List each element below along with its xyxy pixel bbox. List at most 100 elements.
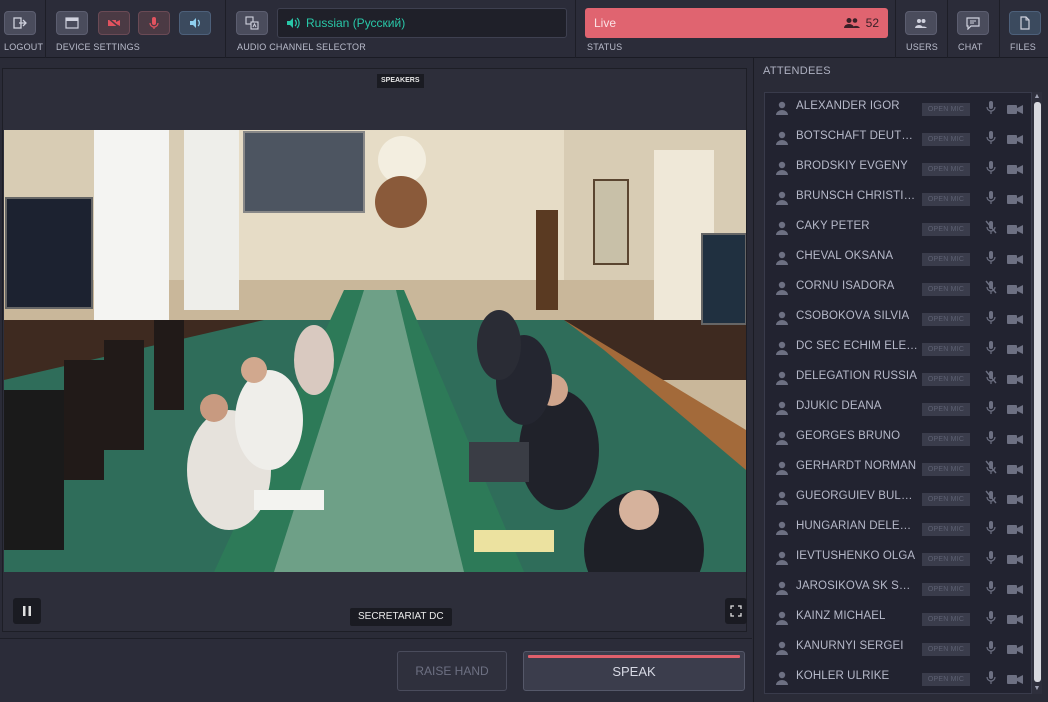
chat-button[interactable] <box>957 11 989 35</box>
microphone-icon[interactable] <box>985 130 997 145</box>
attendee-row[interactable]: HUNGARIAN DELEGATION OPEN MIC <box>765 513 1031 543</box>
microphone-muted-icon[interactable] <box>985 460 997 475</box>
camera-icon[interactable] <box>1007 672 1023 684</box>
open-mic-button[interactable]: OPEN MIC <box>922 163 970 176</box>
open-mic-button[interactable]: OPEN MIC <box>922 193 970 206</box>
open-mic-button[interactable]: OPEN MIC <box>922 493 970 506</box>
files-button[interactable] <box>1009 11 1041 35</box>
logout-button[interactable] <box>4 11 36 35</box>
camera-icon[interactable] <box>1007 222 1023 234</box>
microphone-icon[interactable] <box>985 310 997 325</box>
camera-icon[interactable] <box>1007 252 1023 264</box>
microphone-icon[interactable] <box>985 550 997 565</box>
microphone-toggle-button[interactable] <box>138 11 170 35</box>
microphone-icon[interactable] <box>985 430 997 445</box>
attendee-row[interactable]: GEORGES BRUNO OPEN MIC <box>765 423 1031 453</box>
microphone-muted-icon[interactable] <box>985 370 997 385</box>
microphone-icon[interactable] <box>985 520 997 535</box>
microphone-icon[interactable] <box>985 100 997 115</box>
camera-icon[interactable] <box>1007 312 1023 324</box>
microphone-icon[interactable] <box>985 580 997 595</box>
attendee-row[interactable]: BRODSKIY EVGENY OPEN MIC <box>765 153 1031 183</box>
open-mic-button[interactable]: OPEN MIC <box>922 583 970 596</box>
open-mic-button[interactable]: OPEN MIC <box>922 283 970 296</box>
fullscreen-button[interactable] <box>725 598 747 624</box>
raise-hand-button[interactable]: RAISE HAND <box>397 651 507 691</box>
camera-icon[interactable] <box>1007 192 1023 204</box>
users-button[interactable] <box>905 11 937 35</box>
camera-icon[interactable] <box>1007 402 1023 414</box>
person-icon <box>776 191 788 205</box>
audio-channel-select[interactable]: Russian (Русский) <box>277 8 567 38</box>
camera-icon[interactable] <box>1007 552 1023 564</box>
camera-icon[interactable] <box>1007 522 1023 534</box>
speak-button[interactable]: SPEAK <box>523 651 745 691</box>
attendee-row[interactable]: BRUNSCH CHRISTIAN OPEN MIC <box>765 183 1031 213</box>
speaker-volume-button[interactable] <box>179 11 211 35</box>
scroll-down-arrow[interactable]: ▼ <box>1032 684 1042 694</box>
camera-icon[interactable] <box>1007 162 1023 174</box>
attendee-row[interactable]: KÖHLER ULRIKE OPEN MIC <box>765 663 1031 693</box>
microphone-icon[interactable] <box>985 250 997 265</box>
open-mic-button[interactable]: OPEN MIC <box>922 373 970 386</box>
attendee-row[interactable]: JAROSIKOVA SK SOURCE OPEN MIC <box>765 573 1031 603</box>
microphone-icon[interactable] <box>985 670 997 685</box>
camera-icon[interactable] <box>1007 582 1023 594</box>
microphone-icon[interactable] <box>985 160 997 175</box>
open-mic-button[interactable]: OPEN MIC <box>922 343 970 356</box>
open-mic-button[interactable]: OPEN MIC <box>922 463 970 476</box>
open-mic-button[interactable]: OPEN MIC <box>922 523 970 536</box>
attendee-row[interactable]: CHEVAL OKSANA OPEN MIC <box>765 243 1031 273</box>
camera-toggle-button[interactable] <box>98 11 130 35</box>
interpretation-button[interactable] <box>236 11 268 35</box>
camera-icon[interactable] <box>1007 132 1023 144</box>
camera-icon[interactable] <box>1007 612 1023 624</box>
microphone-muted-icon[interactable] <box>985 490 997 505</box>
device-settings-button[interactable] <box>56 11 88 35</box>
camera-icon[interactable] <box>1007 282 1023 294</box>
scroll-up-arrow[interactable]: ▲ <box>1032 92 1042 102</box>
attendee-row[interactable]: CSÖBÖKOVÁ SILVIA OPEN MIC <box>765 303 1031 333</box>
camera-icon[interactable] <box>1007 342 1023 354</box>
open-mic-button[interactable]: OPEN MIC <box>922 313 970 326</box>
microphone-icon[interactable] <box>985 400 997 415</box>
microphone-icon[interactable] <box>985 340 997 355</box>
microphone-icon[interactable] <box>985 640 997 655</box>
camera-icon[interactable] <box>1007 432 1023 444</box>
camera-icon[interactable] <box>1007 372 1023 384</box>
camera-icon[interactable] <box>1007 492 1023 504</box>
attendee-row[interactable]: DELEGATION RUSSIA OPEN MIC <box>765 363 1031 393</box>
camera-icon[interactable] <box>1007 102 1023 114</box>
open-mic-button[interactable]: OPEN MIC <box>922 643 970 656</box>
open-mic-button[interactable]: OPEN MIC <box>922 673 970 686</box>
attendee-row[interactable]: DJUKIC DEANA OPEN MIC <box>765 393 1031 423</box>
attendee-row[interactable]: KAINZ MICHAEL OPEN MIC <box>765 603 1031 633</box>
attendees-list[interactable]: ALEXANDER IGOROPEN MICBOTSCHAFT DEUTSCHL… <box>764 92 1032 694</box>
open-mic-button[interactable]: OPEN MIC <box>922 103 970 116</box>
attendee-row[interactable]: GUEORGUIEV BULGARIA OPEN MIC <box>765 483 1031 513</box>
attendee-row[interactable]: CORNU ISADORA OPEN MIC <box>765 273 1031 303</box>
pause-button[interactable] <box>13 598 41 624</box>
microphone-muted-icon[interactable] <box>985 280 997 295</box>
open-mic-button[interactable]: OPEN MIC <box>922 253 970 266</box>
attendees-scrollbar-thumb[interactable] <box>1034 102 1041 682</box>
open-mic-button[interactable]: OPEN MIC <box>922 553 970 566</box>
open-mic-button[interactable]: OPEN MIC <box>922 133 970 146</box>
open-mic-button[interactable]: OPEN MIC <box>922 403 970 416</box>
attendee-row[interactable]: CAKY PETER OPEN MIC <box>765 213 1031 243</box>
open-mic-button[interactable]: OPEN MIC <box>922 433 970 446</box>
camera-icon[interactable] <box>1007 642 1023 654</box>
microphone-icon[interactable] <box>985 610 997 625</box>
attendee-row[interactable]: ALEXANDER IGOR OPEN MIC <box>765 93 1031 123</box>
attendee-row[interactable]: KANURNYI SERGEI OPEN MIC <box>765 633 1031 663</box>
open-mic-button[interactable]: OPEN MIC <box>922 613 970 626</box>
camera-icon[interactable] <box>1007 462 1023 474</box>
video-stream[interactable] <box>4 130 746 572</box>
open-mic-button[interactable]: OPEN MIC <box>922 223 970 236</box>
attendee-row[interactable]: IEVTUSHENKO OLGA OPEN MIC <box>765 543 1031 573</box>
attendee-row[interactable]: GERHARDT NORMAN OPEN MIC <box>765 453 1031 483</box>
microphone-muted-icon[interactable] <box>985 220 997 235</box>
attendee-row[interactable]: BOTSCHAFT DEUTSCHLAND OPEN MIC <box>765 123 1031 153</box>
attendee-row[interactable]: DC SEC ECHIM ELENA OPEN MIC <box>765 333 1031 363</box>
microphone-icon[interactable] <box>985 190 997 205</box>
